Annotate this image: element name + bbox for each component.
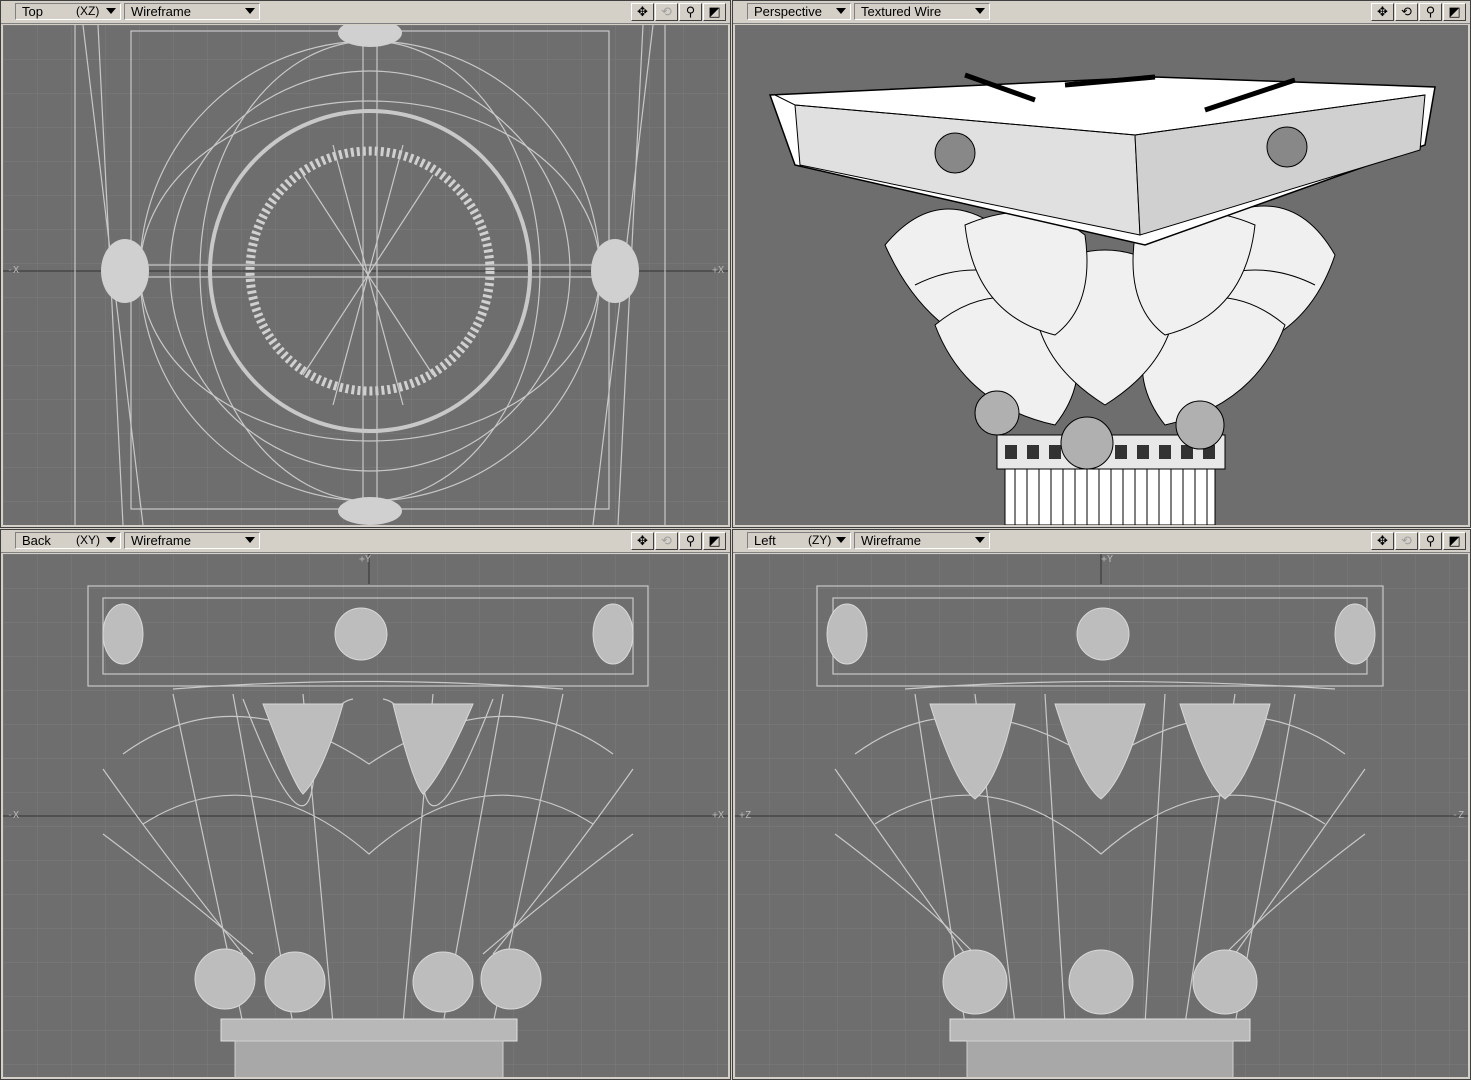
- rotate-view-icon[interactable]: ⟲: [1395, 3, 1418, 21]
- rotate-view-icon[interactable]: ⟲: [1395, 532, 1418, 550]
- zoom-view-icon[interactable]: ⚲: [679, 532, 702, 550]
- render-mode-label: Wireframe: [131, 4, 191, 19]
- chevron-down-icon: [106, 8, 116, 14]
- axis-plus-z-label: +Z: [739, 810, 752, 821]
- axis-minus-z-label: -Z: [1451, 810, 1464, 821]
- maximize-view-icon[interactable]: ◩: [1443, 532, 1466, 550]
- view-type-dropdown[interactable]: Top (XZ): [15, 3, 121, 20]
- viewport-perspective[interactable]: Perspective Textured Wire ✥ ⟲ ⚲ ◩: [732, 0, 1471, 528]
- move-view-icon[interactable]: ✥: [631, 532, 654, 550]
- render-mode-dropdown[interactable]: Wireframe: [124, 3, 260, 20]
- rotate-view-icon[interactable]: ⟲: [655, 3, 678, 21]
- viewport-left[interactable]: Left (ZY) Wireframe ✥ ⟲ ⚲ ◩ +Y +Z -Z: [732, 529, 1471, 1080]
- move-view-icon[interactable]: ✥: [631, 3, 654, 21]
- view-axes-label: (ZY): [808, 533, 832, 547]
- view-type-dropdown[interactable]: Perspective: [747, 3, 851, 20]
- viewport-header: Top (XZ) Wireframe ✥ ⟲ ⚲ ◩: [1, 1, 730, 24]
- top-wireframe: [3, 25, 728, 525]
- viewport-header: Left (ZY) Wireframe ✥ ⟲ ⚲ ◩: [733, 530, 1470, 553]
- viewport-canvas[interactable]: -X +X: [3, 25, 728, 525]
- render-mode-dropdown[interactable]: Wireframe: [124, 532, 260, 549]
- viewport-back[interactable]: Back (XY) Wireframe ✥ ⟲ ⚲ ◩ +Y -X +X: [0, 529, 731, 1080]
- maximize-view-icon[interactable]: ◩: [1443, 3, 1466, 21]
- view-type-label: Perspective: [754, 4, 822, 19]
- axis-plus-y-label: +Y: [359, 554, 372, 565]
- zoom-view-icon[interactable]: ⚲: [679, 3, 702, 21]
- render-mode-label: Wireframe: [861, 533, 921, 548]
- viewport-tools: ✥ ⟲ ⚲ ◩: [1371, 3, 1466, 21]
- render-mode-label: Wireframe: [131, 533, 191, 548]
- viewport-canvas[interactable]: +Y +Z -Z: [735, 554, 1468, 1077]
- viewport-tools: ✥ ⟲ ⚲ ◩: [631, 532, 726, 550]
- chevron-down-icon: [836, 537, 846, 543]
- view-type-label: Top: [22, 4, 43, 19]
- move-view-icon[interactable]: ✥: [1371, 3, 1394, 21]
- zoom-view-icon[interactable]: ⚲: [1419, 532, 1442, 550]
- viewport-layout: Top (XZ) Wireframe ✥ ⟲ ⚲ ◩ -X +X Perspec…: [0, 0, 1471, 1080]
- viewport-top[interactable]: Top (XZ) Wireframe ✥ ⟲ ⚲ ◩ -X +X: [0, 0, 731, 528]
- render-mode-label: Textured Wire: [861, 4, 942, 19]
- viewport-header: Perspective Textured Wire ✥ ⟲ ⚲ ◩: [733, 1, 1470, 24]
- move-view-icon[interactable]: ✥: [1371, 532, 1394, 550]
- viewport-tools: ✥ ⟲ ⚲ ◩: [631, 3, 726, 21]
- axis-plus-y-label: +Y: [1101, 554, 1114, 565]
- view-type-dropdown[interactable]: Back (XY): [15, 532, 121, 549]
- render-mode-dropdown[interactable]: Textured Wire: [854, 3, 990, 20]
- viewport-canvas[interactable]: +Y -X +X: [3, 554, 728, 1077]
- view-type-dropdown[interactable]: Left (ZY): [747, 532, 851, 549]
- chevron-down-icon: [836, 8, 846, 14]
- chevron-down-icon: [975, 8, 985, 14]
- view-type-label: Left: [754, 533, 776, 548]
- render-mode-dropdown[interactable]: Wireframe: [854, 532, 990, 549]
- perspective-render: [768, 72, 1436, 525]
- maximize-view-icon[interactable]: ◩: [703, 532, 726, 550]
- chevron-down-icon: [975, 537, 985, 543]
- view-type-label: Back: [22, 533, 51, 548]
- axis-plus-x-label: +X: [711, 265, 724, 276]
- left-wireframe: [735, 554, 1468, 1077]
- maximize-view-icon[interactable]: ◩: [703, 3, 726, 21]
- viewport-canvas[interactable]: [735, 25, 1468, 525]
- rotate-view-icon[interactable]: ⟲: [655, 532, 678, 550]
- viewport-tools: ✥ ⟲ ⚲ ◩: [1371, 532, 1466, 550]
- axis-plus-x-label: +X: [711, 810, 724, 821]
- back-wireframe: [3, 554, 728, 1077]
- chevron-down-icon: [245, 537, 255, 543]
- view-axes-label: (XZ): [76, 4, 100, 18]
- axis-minus-x-label: -X: [7, 810, 20, 821]
- viewport-header: Back (XY) Wireframe ✥ ⟲ ⚲ ◩: [1, 530, 730, 553]
- view-axes-label: (XY): [76, 533, 100, 547]
- axis-minus-x-label: -X: [7, 265, 20, 276]
- chevron-down-icon: [106, 537, 116, 543]
- chevron-down-icon: [245, 8, 255, 14]
- zoom-view-icon[interactable]: ⚲: [1419, 3, 1442, 21]
